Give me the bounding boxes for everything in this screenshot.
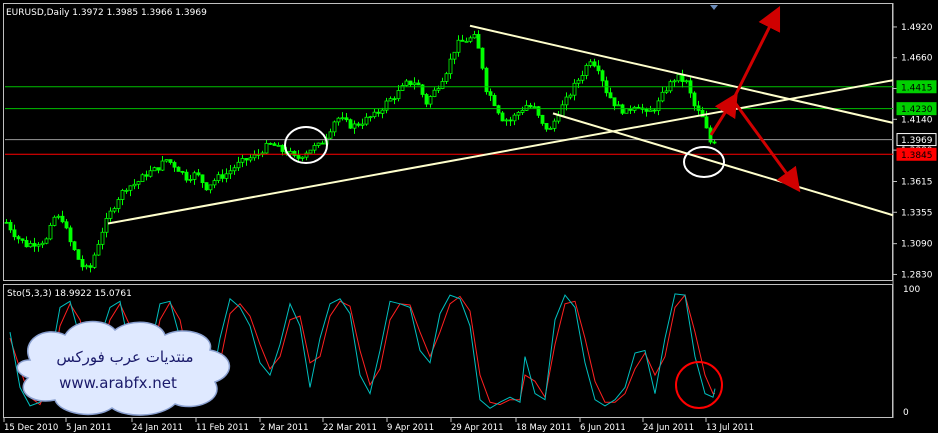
watermark-url: www.arabfx.net bbox=[59, 374, 177, 392]
candle bbox=[92, 252, 97, 269]
candle bbox=[48, 222, 53, 241]
price-tick-label: 1.3355 bbox=[901, 208, 933, 218]
candle bbox=[484, 66, 489, 95]
price-badge-red: 1.3845 bbox=[896, 147, 937, 161]
candle bbox=[500, 111, 505, 122]
time-tick-label: 22 Mar 2011 bbox=[323, 423, 377, 433]
time-tick-label: 15 Dec 2010 bbox=[4, 423, 58, 433]
price-chart-title: EURUSD,Daily 1.3972 1.3985 1.3966 1.3969 bbox=[6, 8, 207, 18]
price-tick-label: 1.4140 bbox=[901, 115, 933, 125]
price-badge-green: 1.4415 bbox=[896, 80, 937, 94]
candle bbox=[140, 173, 145, 182]
candle bbox=[152, 166, 157, 172]
chart-canvas: 1.49201.46601.44001.41401.38801.36151.33… bbox=[0, 0, 938, 433]
price-badge-green: 1.4230 bbox=[896, 102, 937, 116]
candle bbox=[76, 249, 81, 260]
price-tick-label: 1.4920 bbox=[901, 23, 933, 33]
watermark-cloud bbox=[16, 320, 231, 416]
svg-text:1.4415: 1.4415 bbox=[901, 83, 933, 93]
time-tick-label: 18 May 2011 bbox=[516, 423, 571, 433]
time-tick-label: 2 Mar 2011 bbox=[260, 423, 308, 433]
candle bbox=[308, 149, 313, 154]
stoch-chart-title: Sto(5,3,3) 18.9922 15.0761 bbox=[7, 289, 132, 299]
candle bbox=[492, 93, 497, 107]
price-badge-current: 1.3969 bbox=[896, 133, 937, 147]
time-tick-label: 29 Apr 2011 bbox=[451, 423, 504, 433]
time-tick-label: 6 Jun 2011 bbox=[580, 423, 626, 433]
time-tick-label: 13 Jul 2011 bbox=[706, 423, 754, 433]
candle bbox=[72, 240, 77, 252]
time-tick-label: 9 Apr 2011 bbox=[387, 423, 434, 433]
time-tick-label: 5 Jan 2011 bbox=[66, 423, 112, 433]
svg-text:1.3845: 1.3845 bbox=[901, 151, 933, 161]
price-tick-label: 1.3615 bbox=[901, 177, 933, 187]
stoch-tick-label: 0 bbox=[903, 408, 909, 418]
time-tick-label: 11 Feb 2011 bbox=[196, 423, 249, 433]
candle bbox=[52, 215, 57, 227]
candle bbox=[480, 47, 485, 71]
price-tick-label: 1.3090 bbox=[901, 240, 933, 250]
watermark: منتديات عرب فوركس www.arabfx.net bbox=[16, 320, 231, 416]
candle bbox=[348, 118, 353, 129]
time-tick-label: 24 Jan 2011 bbox=[132, 423, 183, 433]
candle bbox=[624, 108, 629, 114]
svg-text:1.4230: 1.4230 bbox=[901, 105, 933, 115]
candle bbox=[620, 103, 625, 116]
price-tick-label: 1.4660 bbox=[901, 54, 933, 64]
candle bbox=[176, 166, 181, 172]
price-tick-label: 1.2830 bbox=[901, 270, 933, 280]
time-tick-label: 24 Jun 2011 bbox=[643, 423, 694, 433]
candle bbox=[204, 182, 209, 191]
watermark-arabic: منتديات عرب فوركس bbox=[56, 348, 193, 366]
stoch-tick-label: 100 bbox=[903, 285, 920, 295]
svg-text:1.3969: 1.3969 bbox=[901, 136, 933, 146]
